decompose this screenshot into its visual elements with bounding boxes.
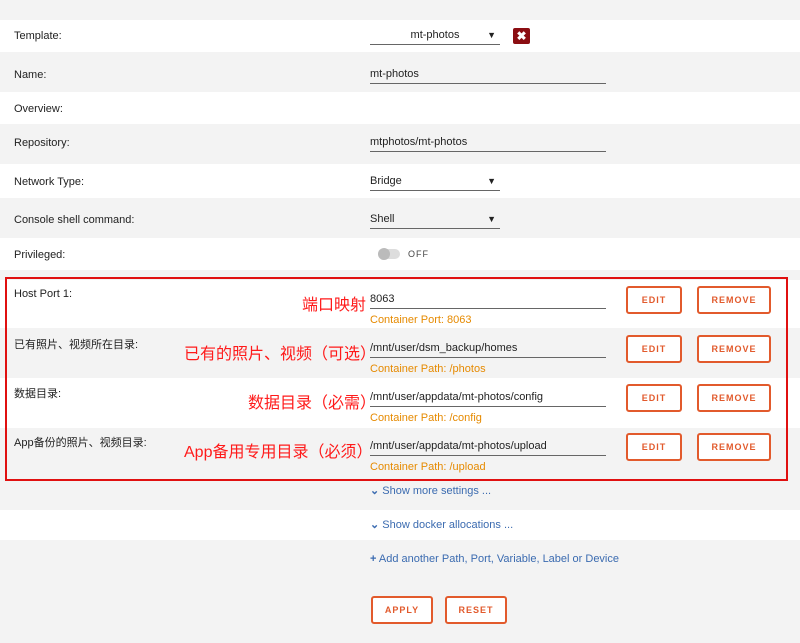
chevron-down-icon: ⌄ xyxy=(370,519,380,531)
name-label: Name: xyxy=(14,69,47,81)
template-label: Template: xyxy=(14,30,62,42)
repository-label: Repository: xyxy=(14,137,70,149)
console-shell-label: Console shell command: xyxy=(14,214,135,226)
overview-label: Overview: xyxy=(14,103,63,115)
console-shell-select[interactable]: Shell ▼ xyxy=(370,210,500,229)
repository-row: Repository: mtphotos/mt-photos xyxy=(0,126,800,160)
privileged-row: Privileged: xyxy=(0,238,800,270)
network-type-select[interactable]: Bridge ▼ xyxy=(370,172,500,191)
privileged-state: OFF xyxy=(408,249,429,259)
template-row: Template: mt-photos ▼ ✖ xyxy=(0,20,800,52)
privileged-label: Privileged: xyxy=(14,249,66,261)
show-docker-allocations-link[interactable]: ⌄ Show docker allocations ... xyxy=(370,518,513,531)
apply-button[interactable]: APPLY xyxy=(371,596,433,624)
template-select[interactable]: mt-photos ▼ xyxy=(370,26,500,45)
name-input[interactable]: mt-photos xyxy=(370,65,606,84)
repository-input[interactable]: mtphotos/mt-photos xyxy=(370,133,606,152)
add-another-link[interactable]: + Add another Path, Port, Variable, Labe… xyxy=(370,553,619,565)
show-more-settings-link[interactable]: ⌄ Show more settings ... xyxy=(370,484,491,497)
chevron-down-icon: ▼ xyxy=(487,214,496,224)
network-type-row: Network Type: Bridge ▼ xyxy=(0,164,800,198)
network-type-label: Network Type: xyxy=(14,176,85,188)
privileged-toggle[interactable] xyxy=(378,248,400,260)
console-shell-row: Console shell command: Shell ▼ xyxy=(0,202,800,236)
overview-row: Overview: xyxy=(0,92,800,124)
plus-icon: + xyxy=(370,553,377,565)
chevron-down-icon: ⌄ xyxy=(370,485,380,497)
reset-button[interactable]: RESET xyxy=(445,596,507,624)
toggle-knob xyxy=(378,248,390,260)
chevron-down-icon: ▼ xyxy=(487,176,496,186)
clear-template-icon[interactable]: ✖ xyxy=(513,28,530,44)
name-row: Name: mt-photos xyxy=(0,56,800,90)
chevron-down-icon: ▼ xyxy=(487,30,496,40)
highlight-box xyxy=(5,277,788,481)
